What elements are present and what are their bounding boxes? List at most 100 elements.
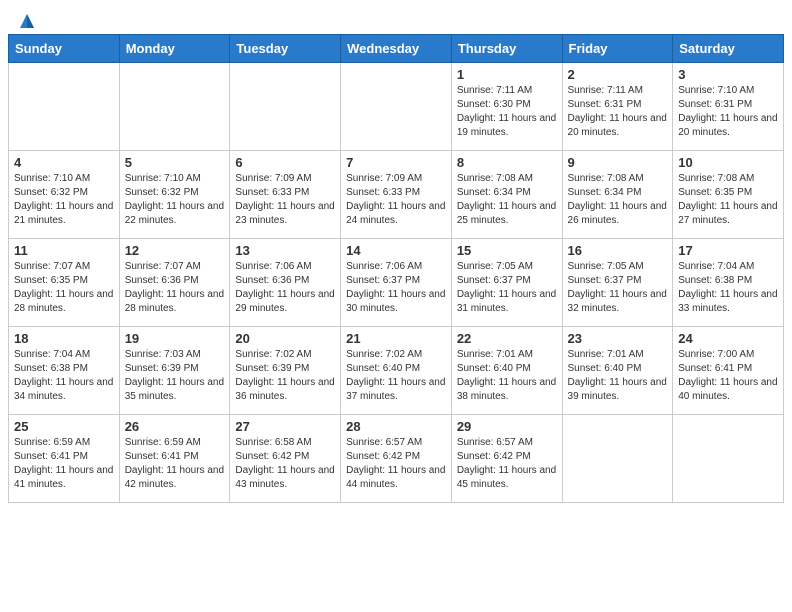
day-number: 11	[14, 243, 114, 258]
day-header-thursday: Thursday	[451, 35, 562, 63]
day-info: Sunrise: 7:10 AM Sunset: 6:32 PM Dayligh…	[14, 172, 114, 228]
day-info: Sunrise: 6:57 AM Sunset: 6:42 PM Dayligh…	[346, 436, 446, 492]
day-info: Sunrise: 7:02 AM Sunset: 6:40 PM Dayligh…	[346, 348, 446, 404]
calendar-cell: 28 Sunrise: 6:57 AM Sunset: 6:42 PM Dayli…	[341, 415, 452, 503]
calendar-cell: 13 Sunrise: 7:06 AM Sunset: 6:36 PM Dayli…	[230, 239, 341, 327]
calendar-cell: 1Sunrise: 7:11 AM Sunset: 6:30 PM Daylig…	[451, 63, 562, 151]
calendar-cell	[9, 63, 120, 151]
logo	[16, 12, 36, 26]
day-info: Sunrise: 7:04 AM Sunset: 6:38 PM Dayligh…	[678, 260, 778, 316]
calendar-week-row: 4 Sunrise: 7:10 AM Sunset: 6:32 PM Daylig…	[9, 151, 784, 239]
day-info: Sunrise: 7:09 AM Sunset: 6:33 PM Dayligh…	[235, 172, 335, 228]
page-header	[0, 0, 792, 34]
day-number: 13	[235, 243, 335, 258]
day-info: Sunrise: 7:02 AM Sunset: 6:39 PM Dayligh…	[235, 348, 335, 404]
day-number: 2	[568, 67, 668, 82]
day-number: 19	[125, 331, 225, 346]
calendar-cell: 6 Sunrise: 7:09 AM Sunset: 6:33 PM Daylig…	[230, 151, 341, 239]
day-header-sunday: Sunday	[9, 35, 120, 63]
day-number: 6	[235, 155, 335, 170]
day-number: 9	[568, 155, 668, 170]
calendar-cell: 21 Sunrise: 7:02 AM Sunset: 6:40 PM Dayli…	[341, 327, 452, 415]
calendar-cell: 11 Sunrise: 7:07 AM Sunset: 6:35 PM Dayli…	[9, 239, 120, 327]
calendar-week-row: 25 Sunrise: 6:59 AM Sunset: 6:41 PM Dayli…	[9, 415, 784, 503]
day-info: Sunrise: 7:05 AM Sunset: 6:37 PM Dayligh…	[457, 260, 557, 316]
calendar-cell	[562, 415, 673, 503]
day-number: 5	[125, 155, 225, 170]
day-info: Sunrise: 7:10 AM Sunset: 6:31 PM Dayligh…	[678, 84, 778, 140]
day-number: 1	[457, 67, 557, 82]
day-number: 25	[14, 419, 114, 434]
day-info: Sunrise: 7:08 AM Sunset: 6:34 PM Dayligh…	[568, 172, 668, 228]
day-info: Sunrise: 7:07 AM Sunset: 6:35 PM Dayligh…	[14, 260, 114, 316]
day-info: Sunrise: 6:57 AM Sunset: 6:42 PM Dayligh…	[457, 436, 557, 492]
day-info: Sunrise: 7:04 AM Sunset: 6:38 PM Dayligh…	[14, 348, 114, 404]
calendar-cell	[119, 63, 230, 151]
calendar-cell: 12 Sunrise: 7:07 AM Sunset: 6:36 PM Dayli…	[119, 239, 230, 327]
day-info: Sunrise: 6:59 AM Sunset: 6:41 PM Dayligh…	[125, 436, 225, 492]
day-number: 12	[125, 243, 225, 258]
calendar-cell: 9 Sunrise: 7:08 AM Sunset: 6:34 PM Daylig…	[562, 151, 673, 239]
calendar-cell	[230, 63, 341, 151]
day-number: 16	[568, 243, 668, 258]
calendar-cell: 2 Sunrise: 7:11 AM Sunset: 6:31 PM Daylig…	[562, 63, 673, 151]
calendar-cell: 22 Sunrise: 7:01 AM Sunset: 6:40 PM Dayli…	[451, 327, 562, 415]
day-number: 17	[678, 243, 778, 258]
day-info: Sunrise: 7:08 AM Sunset: 6:35 PM Dayligh…	[678, 172, 778, 228]
day-info: Sunrise: 6:58 AM Sunset: 6:42 PM Dayligh…	[235, 436, 335, 492]
day-number: 28	[346, 419, 446, 434]
calendar-cell: 26 Sunrise: 6:59 AM Sunset: 6:41 PM Dayli…	[119, 415, 230, 503]
day-header-saturday: Saturday	[673, 35, 784, 63]
calendar-cell: 14 Sunrise: 7:06 AM Sunset: 6:37 PM Dayli…	[341, 239, 452, 327]
day-header-tuesday: Tuesday	[230, 35, 341, 63]
calendar-cell: 7Sunrise: 7:09 AM Sunset: 6:33 PM Daylig…	[341, 151, 452, 239]
calendar-cell: 25 Sunrise: 6:59 AM Sunset: 6:41 PM Dayli…	[9, 415, 120, 503]
calendar-container: SundayMondayTuesdayWednesdayThursdayFrid…	[0, 34, 792, 511]
calendar-cell: 5 Sunrise: 7:10 AM Sunset: 6:32 PM Daylig…	[119, 151, 230, 239]
calendar-header-row: SundayMondayTuesdayWednesdayThursdayFrid…	[9, 35, 784, 63]
day-number: 23	[568, 331, 668, 346]
day-number: 10	[678, 155, 778, 170]
calendar-cell: 16Sunrise: 7:05 AM Sunset: 6:37 PM Dayli…	[562, 239, 673, 327]
day-info: Sunrise: 7:10 AM Sunset: 6:32 PM Dayligh…	[125, 172, 225, 228]
calendar-cell: 8 Sunrise: 7:08 AM Sunset: 6:34 PM Daylig…	[451, 151, 562, 239]
day-info: Sunrise: 6:59 AM Sunset: 6:41 PM Dayligh…	[14, 436, 114, 492]
day-info: Sunrise: 7:03 AM Sunset: 6:39 PM Dayligh…	[125, 348, 225, 404]
day-info: Sunrise: 7:00 AM Sunset: 6:41 PM Dayligh…	[678, 348, 778, 404]
logo-icon	[18, 12, 36, 30]
calendar-cell: 15Sunrise: 7:05 AM Sunset: 6:37 PM Dayli…	[451, 239, 562, 327]
day-info: Sunrise: 7:06 AM Sunset: 6:36 PM Dayligh…	[235, 260, 335, 316]
calendar-cell: 10 Sunrise: 7:08 AM Sunset: 6:35 PM Dayli…	[673, 151, 784, 239]
day-info: Sunrise: 7:01 AM Sunset: 6:40 PM Dayligh…	[568, 348, 668, 404]
day-number: 24	[678, 331, 778, 346]
day-number: 26	[125, 419, 225, 434]
day-header-wednesday: Wednesday	[341, 35, 452, 63]
calendar-week-row: 11 Sunrise: 7:07 AM Sunset: 6:35 PM Dayli…	[9, 239, 784, 327]
calendar-table: SundayMondayTuesdayWednesdayThursdayFrid…	[8, 34, 784, 503]
day-number: 14	[346, 243, 446, 258]
day-number: 18	[14, 331, 114, 346]
day-number: 3	[678, 67, 778, 82]
day-number: 8	[457, 155, 557, 170]
day-header-monday: Monday	[119, 35, 230, 63]
calendar-week-row: 1Sunrise: 7:11 AM Sunset: 6:30 PM Daylig…	[9, 63, 784, 151]
day-number: 27	[235, 419, 335, 434]
day-number: 4	[14, 155, 114, 170]
day-info: Sunrise: 7:01 AM Sunset: 6:40 PM Dayligh…	[457, 348, 557, 404]
calendar-cell	[341, 63, 452, 151]
day-number: 21	[346, 331, 446, 346]
calendar-week-row: 18 Sunrise: 7:04 AM Sunset: 6:38 PM Dayli…	[9, 327, 784, 415]
day-number: 22	[457, 331, 557, 346]
calendar-cell: 20 Sunrise: 7:02 AM Sunset: 6:39 PM Dayli…	[230, 327, 341, 415]
day-info: Sunrise: 7:11 AM Sunset: 6:31 PM Dayligh…	[568, 84, 668, 140]
day-info: Sunrise: 7:08 AM Sunset: 6:34 PM Dayligh…	[457, 172, 557, 228]
calendar-cell: 27 Sunrise: 6:58 AM Sunset: 6:42 PM Dayli…	[230, 415, 341, 503]
day-info: Sunrise: 7:07 AM Sunset: 6:36 PM Dayligh…	[125, 260, 225, 316]
calendar-cell: 24 Sunrise: 7:00 AM Sunset: 6:41 PM Dayli…	[673, 327, 784, 415]
day-number: 7	[346, 155, 446, 170]
day-number: 20	[235, 331, 335, 346]
day-header-friday: Friday	[562, 35, 673, 63]
calendar-cell: 3 Sunrise: 7:10 AM Sunset: 6:31 PM Daylig…	[673, 63, 784, 151]
day-info: Sunrise: 7:06 AM Sunset: 6:37 PM Dayligh…	[346, 260, 446, 316]
calendar-cell: 4 Sunrise: 7:10 AM Sunset: 6:32 PM Daylig…	[9, 151, 120, 239]
